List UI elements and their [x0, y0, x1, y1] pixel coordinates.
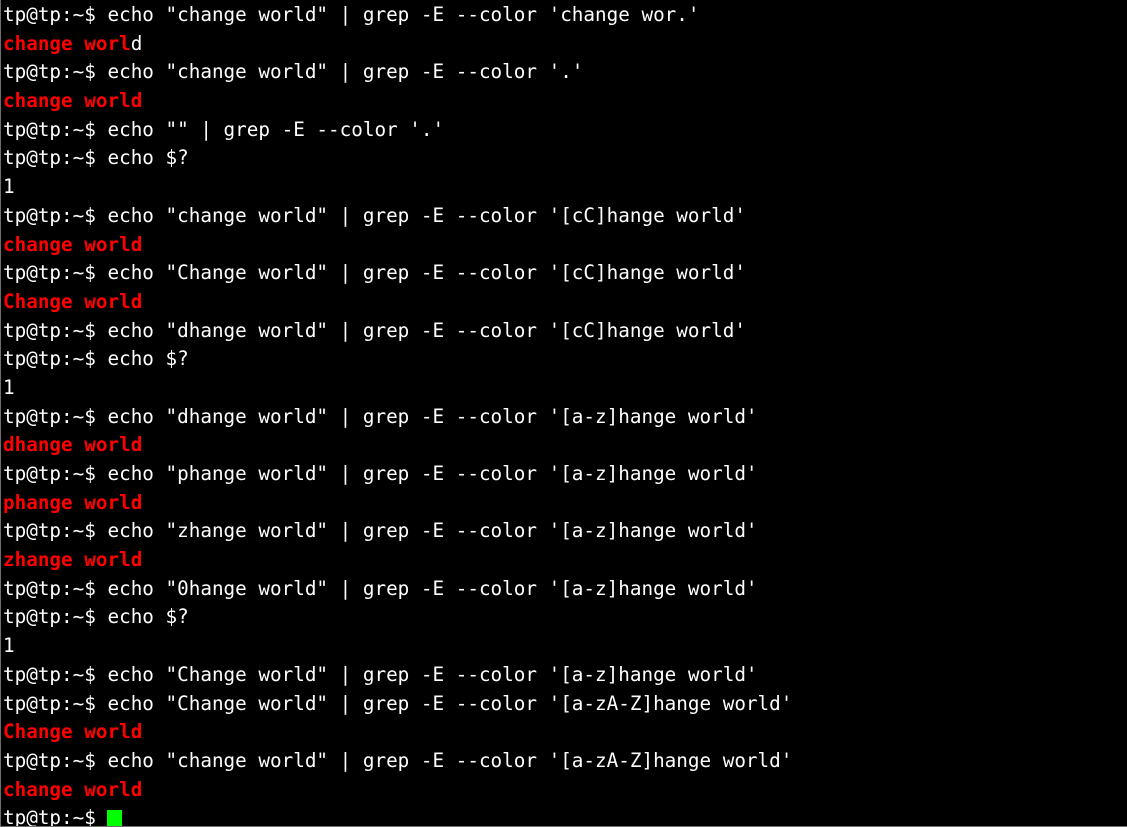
- text-cursor: [107, 810, 122, 826]
- terminal-command-line: tp@tp:~$ echo $?: [3, 603, 1127, 632]
- terminal-output-line: 1: [3, 173, 1127, 202]
- prompt-text: tp@tp:~$: [3, 806, 108, 827]
- grep-match-text: change world: [3, 777, 143, 801]
- command-text: tp@tp:~$ echo "change world" | grep -E -…: [3, 60, 584, 84]
- terminal-command-line: tp@tp:~$ echo "change world" | grep -E -…: [3, 1, 1127, 30]
- terminal-output-line: dhange world: [3, 431, 1127, 460]
- terminal-command-line: tp@tp:~$ echo "zhange world" | grep -E -…: [3, 517, 1127, 546]
- output-text: 1: [3, 175, 15, 199]
- terminal-command-line: tp@tp:~$ echo $?: [3, 345, 1127, 374]
- command-text: tp@tp:~$ echo "zhange world" | grep -E -…: [3, 519, 758, 543]
- terminal-output-line: change world: [3, 30, 1127, 59]
- command-text: tp@tp:~$ echo "" | grep -E --color '.': [3, 117, 445, 141]
- terminal-command-line: tp@tp:~$ echo "0hange world" | grep -E -…: [3, 575, 1127, 604]
- terminal-output-line: Change world: [3, 288, 1127, 317]
- command-text: tp@tp:~$ echo "change world" | grep -E -…: [3, 203, 746, 227]
- grep-match-text: change world: [3, 232, 143, 256]
- grep-match-text: dhange world: [3, 433, 143, 457]
- terminal-output-line: change world: [3, 87, 1127, 116]
- terminal-output-line: 1: [3, 632, 1127, 661]
- terminal-command-line: tp@tp:~$ echo "change world" | grep -E -…: [3, 747, 1127, 776]
- command-text: tp@tp:~$ echo "dhange world" | grep -E -…: [3, 318, 746, 342]
- terminal-output-line: change world: [3, 776, 1127, 805]
- terminal-command-line: tp@tp:~$ echo "Change world" | grep -E -…: [3, 690, 1127, 719]
- terminal-output-line: zhange world: [3, 546, 1127, 575]
- terminal-command-line: tp@tp:~$ echo "phange world" | grep -E -…: [3, 460, 1127, 489]
- output-text: 1: [3, 634, 15, 658]
- command-text: tp@tp:~$ echo "change world" | grep -E -…: [3, 748, 793, 772]
- terminal-prompt-line[interactable]: tp@tp:~$: [3, 804, 1127, 827]
- terminal-command-line: tp@tp:~$ echo "Change world" | grep -E -…: [3, 661, 1127, 690]
- command-text: tp@tp:~$ echo "phange world" | grep -E -…: [3, 462, 758, 485]
- command-text: tp@tp:~$ echo "0hange world" | grep -E -…: [3, 576, 758, 600]
- grep-match-text: Change world: [3, 289, 143, 313]
- command-text: tp@tp:~$ echo "dhange world" | grep -E -…: [3, 404, 758, 428]
- grep-match-text: zhange world: [3, 548, 143, 572]
- command-text: tp@tp:~$ echo "Change world" | grep -E -…: [3, 261, 746, 285]
- output-text: 1: [3, 375, 15, 399]
- terminal-output-line: 1: [3, 374, 1127, 403]
- terminal-command-line: tp@tp:~$ echo "dhange world" | grep -E -…: [3, 403, 1127, 432]
- grep-match-text: change worl: [3, 31, 131, 55]
- terminal-command-line: tp@tp:~$ echo "change world" | grep -E -…: [3, 58, 1127, 87]
- terminal-command-line: tp@tp:~$ echo "Change world" | grep -E -…: [3, 259, 1127, 288]
- terminal-output-line: Change world: [3, 718, 1127, 747]
- terminal-screen[interactable]: tp@tp:~$ echo "change world" | grep -E -…: [3, 1, 1127, 827]
- terminal-command-line: tp@tp:~$ echo "dhange world" | grep -E -…: [3, 317, 1127, 346]
- terminal-command-line: tp@tp:~$ echo "" | grep -E --color '.': [3, 116, 1127, 145]
- command-text: tp@tp:~$ echo $?: [3, 347, 189, 371]
- command-text: tp@tp:~$ echo "change world" | grep -E -…: [3, 3, 700, 26]
- grep-match-text: phange world: [3, 490, 143, 514]
- terminal-window[interactable]: tp@tp:~$ echo "change world" | grep -E -…: [0, 0, 1127, 827]
- terminal-command-line: tp@tp:~$ echo $?: [3, 144, 1127, 173]
- command-text: tp@tp:~$ echo $?: [3, 146, 189, 170]
- terminal-output-line: change world: [3, 231, 1127, 260]
- command-text: tp@tp:~$ echo "Change world" | grep -E -…: [3, 662, 758, 686]
- command-text: tp@tp:~$ echo $?: [3, 605, 189, 629]
- command-text: tp@tp:~$ echo "Change world" | grep -E -…: [3, 691, 793, 715]
- terminal-command-line: tp@tp:~$ echo "change world" | grep -E -…: [3, 202, 1127, 231]
- grep-match-text: Change world: [3, 720, 143, 744]
- output-text: d: [130, 31, 143, 55]
- grep-match-text: change world: [3, 89, 143, 113]
- terminal-output-line: phange world: [3, 489, 1127, 518]
